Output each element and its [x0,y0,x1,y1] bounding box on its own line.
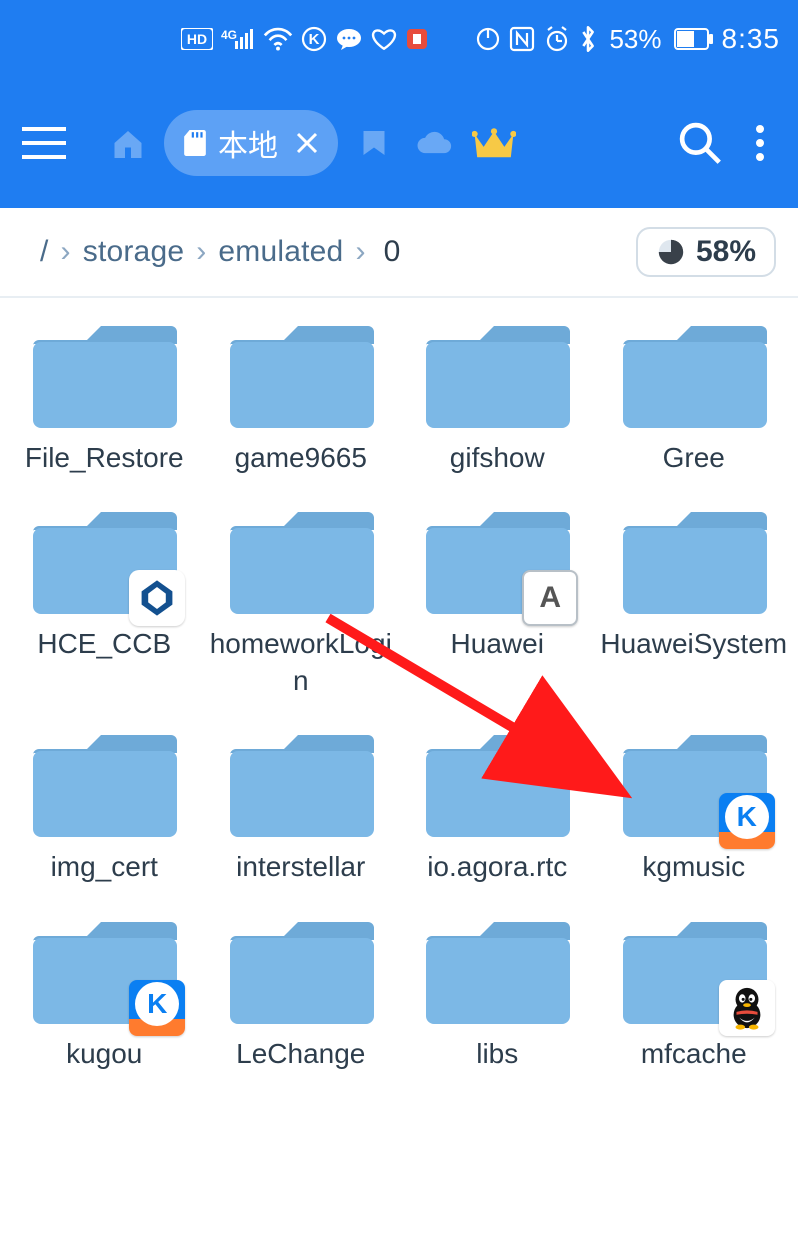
folder-label: img_cert [51,849,158,885]
status-bar: HD 4G K 53% 8:35 [0,0,798,78]
folder-label: kugou [66,1036,142,1072]
ccb-badge-icon [129,570,185,626]
folder-label: HCE_CCB [37,626,171,662]
folder-label: interstellar [236,849,365,885]
alarm-icon [543,26,571,52]
svg-text:4G: 4G [221,28,237,42]
k-circle-icon: K [301,26,327,52]
storage-usage-badge[interactable]: 58% [636,227,776,277]
svg-text:K: K [309,31,320,48]
folder-label: Gree [663,440,725,476]
folder-item[interactable]: K kugou [8,910,201,1072]
bookmark-button[interactable] [344,113,404,173]
folder-label: mfcache [641,1036,747,1072]
folder-label: gifshow [450,440,545,476]
crumb-emulated[interactable]: emulated [218,235,343,269]
crown-button[interactable] [464,113,524,173]
folder-item[interactable]: interstellar [205,723,398,885]
folder-item[interactable]: LeChange [205,910,398,1072]
kugou-badge-icon: K [719,793,775,849]
folder-item[interactable]: K kgmusic [598,723,791,885]
status-clock: 8:35 [722,23,781,55]
folder-item[interactable]: io.agora.rtc [401,723,594,885]
folder-item[interactable]: libs [401,910,594,1072]
battery-icon [674,28,714,50]
folder-label: HuaweiSystem [600,626,787,662]
power-icon [475,26,501,52]
chat-icon [335,27,363,51]
file-grid: File_Restore game9665 gifshow Gree [0,298,798,1072]
menu-button[interactable] [22,112,84,174]
battery-percent: 53% [609,24,661,55]
crumb-storage[interactable]: storage [83,235,184,269]
red-app-icon [405,27,429,51]
tab-local-label: 本地 [218,121,278,165]
folder-item[interactable]: gifshow [401,314,594,476]
hd-icon: HD [181,28,213,50]
home-button[interactable] [98,113,158,173]
sd-card-icon [182,130,208,156]
folder-label: kgmusic [642,849,745,885]
folder-item[interactable]: img_cert [8,723,201,885]
folder-item[interactable]: Gree [598,314,791,476]
wifi-icon [263,27,293,51]
folder-item[interactable]: mfcache [598,910,791,1072]
bluetooth-icon [579,25,597,53]
tab-close-icon[interactable] [294,130,320,156]
status-icons: HD 4G K 53% 8:35 [181,23,780,55]
breadcrumb: / › storage › emulated › 0 58% [0,208,798,298]
cloud-button[interactable] [404,113,464,173]
heart-icon [371,27,397,51]
tab-local[interactable]: 本地 [164,110,338,176]
search-button[interactable] [670,113,730,173]
folder-label: game9665 [235,440,367,476]
folder-label: File_Restore [25,440,184,476]
letter-a-badge-icon: A [522,570,578,626]
crumb-current: 0 [384,235,401,269]
storage-percent: 58% [696,235,756,269]
pie-icon [656,237,686,267]
chevron-icon: › [61,235,71,269]
qq-badge-icon [719,980,775,1036]
chevron-icon: › [355,235,365,269]
folder-item[interactable]: File_Restore [8,314,201,476]
folder-item[interactable]: HCE_CCB [8,500,201,699]
overflow-button[interactable] [730,113,790,173]
folder-label: io.agora.rtc [427,849,567,885]
folder-item[interactable]: HuaweiSystem [598,500,791,699]
folder-item[interactable]: game9665 [205,314,398,476]
folder-label: homeworkLogin [206,626,396,699]
folder-label: libs [476,1036,518,1072]
nfc-icon [509,26,535,52]
app-bar: 本地 [0,78,798,208]
folder-item[interactable]: homeworkLogin [205,500,398,699]
kugou-badge-icon: K [129,980,185,1036]
folder-item[interactable]: A Huawei [401,500,594,699]
folder-label: LeChange [236,1036,365,1072]
svg-text:HD: HD [187,31,207,47]
signal-4g-icon: 4G [221,27,255,51]
crumb-root[interactable]: / [40,235,49,269]
chevron-icon: › [196,235,206,269]
folder-label: Huawei [451,626,544,662]
